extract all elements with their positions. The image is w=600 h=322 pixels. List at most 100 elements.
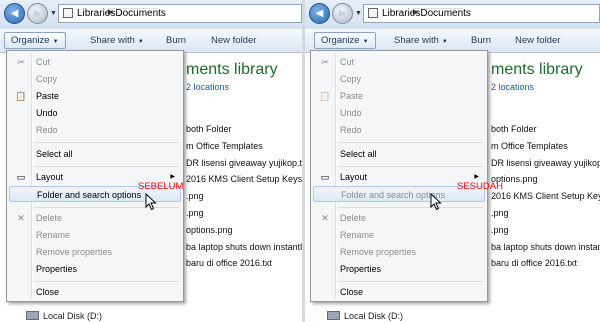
new-folder-button[interactable]: New folder [509, 33, 566, 48]
folder-icon [63, 8, 73, 18]
burn-button[interactable]: Burn [465, 33, 497, 48]
menu-item-cut[interactable]: ✂ Cut [313, 54, 485, 70]
delete-x-icon: ✕ [321, 213, 329, 223]
menu-label: Layout [36, 172, 64, 182]
list-item[interactable]: options.png [186, 225, 233, 235]
recent-pages-dropdown[interactable]: ▼ [355, 10, 362, 17]
organize-button[interactable]: Organize ▼ [314, 32, 376, 49]
list-item[interactable]: 2016 KMS Client Setup Keys.txt [491, 191, 600, 201]
address-bar-area: ◀ ▶ ▼ ▶ Libraries ▶ Documents ▶ [0, 0, 302, 29]
list-item[interactable]: 2016 KMS Client Setup Keys.txt [186, 174, 302, 184]
forward-button[interactable]: ▶ [332, 3, 353, 24]
menu-item-properties[interactable]: Properties [9, 261, 181, 277]
menu-label: Close [340, 287, 364, 297]
burn-button[interactable]: Burn [160, 33, 192, 48]
list-item[interactable]: DR lisensi giveaway yujikop.txt [491, 158, 600, 168]
menu-item-redo[interactable]: Redo [313, 122, 485, 138]
menu-separator [34, 166, 179, 167]
address-bar-area: ◀ ▶ ▼ ▶ Libraries ▶ Documents ▶ [305, 0, 600, 29]
address-field[interactable]: ▶ Libraries ▶ Documents ▶ [58, 4, 302, 23]
menu-item-close[interactable]: Close [313, 284, 485, 300]
menu-item-delete[interactable]: ✕ Delete [9, 210, 181, 226]
menu-item-redo[interactable]: Redo [9, 122, 181, 138]
breadcrumb: ▶ Libraries ▶ Documents ▶ [382, 8, 471, 19]
crumb-documents[interactable]: Documents [420, 8, 471, 19]
menu-label: Close [36, 287, 60, 297]
menu-separator [338, 281, 483, 282]
menu-label: Rename [36, 230, 71, 240]
share-with-label: Share with [394, 35, 439, 46]
menu-item-rename[interactable]: Rename [9, 227, 181, 243]
back-button[interactable]: ◀ [4, 3, 25, 24]
forward-button[interactable]: ▶ [27, 3, 48, 24]
list-item[interactable]: m Office Templates [186, 141, 263, 151]
menu-item-delete[interactable]: ✕ Delete [313, 210, 485, 226]
list-item[interactable]: .png [491, 225, 509, 235]
menu-label: Folder and search options [37, 190, 142, 200]
list-item[interactable]: .png [491, 208, 509, 218]
list-item[interactable]: .png [186, 191, 204, 201]
menu-label: Paste [340, 91, 364, 101]
share-with-button[interactable]: Share with ▼ [84, 33, 150, 48]
after-label: SESUDAH [457, 181, 503, 192]
breadcrumb: ▶ Libraries ▶ Documents ▶ [77, 8, 166, 19]
scissors-icon: ✂ [17, 57, 25, 67]
drive-icon [327, 311, 340, 320]
share-with-button[interactable]: Share with ▼ [388, 33, 454, 48]
library-locations-link[interactable]: 2 locations [186, 82, 229, 92]
explorer-window-before: ◀ ▶ ▼ ▶ Libraries ▶ Documents ▶ Organize ▼ Sh… [0, 0, 302, 322]
menu-item-undo[interactable]: Undo [313, 105, 485, 121]
menu-item-undo[interactable]: Undo [9, 105, 181, 121]
drive-label: Local Disk (D:) [344, 311, 404, 321]
menu-label: Properties [36, 264, 78, 274]
menu-separator [34, 281, 179, 282]
menu-item-paste[interactable]: 📋 Paste [9, 88, 181, 104]
menu-label: Delete [36, 213, 63, 223]
drive-icon [26, 311, 39, 320]
menu-item-properties[interactable]: Properties [313, 261, 485, 277]
list-item[interactable]: .png [186, 208, 204, 218]
chevron-down-icon: ▼ [52, 39, 59, 45]
explorer-window-after: ◀ ▶ ▼ ▶ Libraries ▶ Documents ▶ Organize ▼ Sh… [305, 0, 600, 322]
menu-separator [34, 142, 179, 143]
new-folder-button[interactable]: New folder [205, 33, 262, 48]
organize-button[interactable]: Organize ▼ [4, 32, 66, 49]
menu-item-copy[interactable]: Copy [313, 71, 485, 87]
list-item[interactable]: ba laptop shuts down instantly [186, 242, 302, 252]
delete-x-icon: ✕ [17, 213, 25, 223]
chevron-down-icon: ▼ [441, 39, 448, 45]
menu-item-paste[interactable]: 📋 Paste [313, 88, 485, 104]
mouse-cursor-icon [430, 193, 442, 211]
menu-label: Undo [36, 108, 58, 118]
menu-label: Select all [36, 149, 73, 159]
menu-item-remove-properties[interactable]: Remove properties [9, 244, 181, 260]
list-item[interactable]: both Folder [491, 124, 537, 134]
library-locations-link[interactable]: 2 locations [491, 82, 534, 92]
nav-item-local-disk[interactable]: Local Disk (D:) [327, 311, 403, 321]
back-button[interactable]: ◀ [309, 3, 330, 24]
chevron-right-icon[interactable]: ▶ [413, 8, 463, 16]
list-item[interactable]: baru di office 2016.txt [186, 258, 272, 268]
menu-item-copy[interactable]: Copy [9, 71, 181, 87]
menu-item-select-all[interactable]: Select all [313, 146, 485, 162]
menu-item-cut[interactable]: ✂ Cut [9, 54, 181, 70]
menu-item-close[interactable]: Close [9, 284, 181, 300]
crumb-documents[interactable]: Documents [115, 8, 166, 19]
recent-pages-dropdown[interactable]: ▼ [50, 10, 57, 17]
list-item[interactable]: both Folder [186, 124, 232, 134]
list-item[interactable]: DR lisensi giveaway yujikop.txt [186, 158, 302, 168]
menu-label: Copy [340, 74, 362, 84]
layout-icon: ▭ [16, 172, 26, 182]
list-item[interactable]: ba laptop shuts down instantly [491, 242, 600, 252]
menu-label: Redo [340, 125, 362, 135]
list-item[interactable]: baru di office 2016.txt [491, 258, 577, 268]
chevron-right-icon[interactable]: ▶ [108, 8, 158, 16]
nav-item-local-disk[interactable]: Local Disk (D:) [26, 311, 102, 321]
address-field[interactable]: ▶ Libraries ▶ Documents ▶ [363, 4, 600, 23]
menu-item-select-all[interactable]: Select all [9, 146, 181, 162]
menu-item-remove-properties[interactable]: Remove properties [313, 244, 485, 260]
list-item[interactable]: m Office Templates [491, 141, 568, 151]
drive-label: Local Disk (D:) [43, 311, 103, 321]
menu-item-rename[interactable]: Rename [313, 227, 485, 243]
scissors-icon: ✂ [321, 57, 329, 67]
